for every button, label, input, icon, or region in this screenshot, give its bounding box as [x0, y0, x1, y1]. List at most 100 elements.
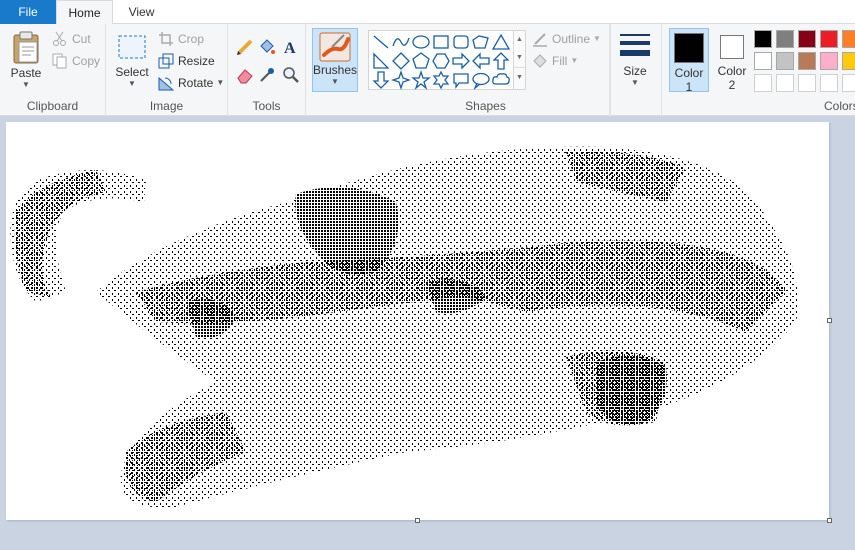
swatch-pink[interactable]	[820, 52, 838, 70]
eraser-icon[interactable]	[236, 66, 254, 84]
color-2-label: Color	[717, 64, 747, 78]
tab-file[interactable]: File	[0, 0, 56, 24]
polygon-shape-icon[interactable]	[471, 32, 491, 52]
resize-label: Resize	[178, 54, 215, 68]
cloud-callout-shape-icon[interactable]	[491, 70, 511, 90]
swatch-black[interactable]	[754, 30, 772, 48]
line-shape-icon[interactable]	[371, 32, 391, 52]
left-arrow-shape-icon[interactable]	[471, 51, 491, 71]
swatch-gold[interactable]	[842, 52, 855, 70]
chevron-down-icon: ▼	[593, 34, 601, 43]
copy-label: Copy	[72, 54, 101, 68]
gallery-more-icon[interactable]: ▼	[514, 67, 525, 87]
four-point-star-shape-icon[interactable]	[391, 70, 411, 90]
swatch-dark-red[interactable]	[798, 30, 816, 48]
color-palette: Colors	[752, 24, 855, 116]
color-2-number: 2	[728, 78, 736, 92]
clipboard-group-label: Clipboard	[26, 99, 79, 113]
text-icon[interactable]: A	[282, 38, 300, 56]
oval-callout-shape-icon[interactable]	[471, 70, 491, 90]
shapes-gallery	[368, 30, 514, 90]
select-button[interactable]: Select ▼	[112, 28, 152, 92]
tools-group: A Tools	[228, 24, 306, 116]
pentagon-shape-icon[interactable]	[411, 51, 431, 71]
right-arrow-shape-icon[interactable]	[451, 51, 471, 71]
swatch-brown[interactable]	[798, 52, 816, 70]
select-rectangle-icon	[118, 35, 146, 59]
resize-icon	[158, 53, 174, 69]
copy-icon	[52, 53, 67, 69]
select-label: Select	[115, 65, 149, 79]
swatch-orange[interactable]	[842, 30, 855, 48]
rectangle-shape-icon[interactable]	[431, 32, 451, 52]
swatch-gray[interactable]	[776, 30, 794, 48]
outline-button[interactable]: Outline ▼	[532, 29, 601, 49]
svg-text:A: A	[284, 40, 296, 56]
fill-button[interactable]: Fill ▼	[532, 51, 578, 71]
colors-group-label: Colors	[824, 99, 855, 113]
curve-shape-icon[interactable]	[391, 32, 411, 52]
cut-button[interactable]: Cut	[52, 29, 91, 49]
pencil-icon[interactable]	[236, 38, 254, 56]
oval-shape-icon[interactable]	[411, 32, 431, 52]
color-1-label: Color	[674, 66, 704, 80]
swatch-light-gray[interactable]	[776, 52, 794, 70]
brush-icon	[319, 32, 351, 62]
rotate-button[interactable]: Rotate ▼	[158, 73, 224, 93]
outline-label: Outline	[552, 32, 591, 46]
swatch-white[interactable]	[754, 52, 772, 70]
fill-label: Fill	[552, 54, 568, 68]
paste-label: Paste	[10, 66, 42, 80]
outline-icon	[533, 33, 547, 47]
scroll-down-icon[interactable]: ▼	[514, 49, 525, 67]
triangle-shape-icon[interactable]	[491, 32, 511, 52]
color-2-swatch	[720, 35, 744, 59]
tools-group-label: Tools	[252, 99, 281, 113]
six-point-star-shape-icon[interactable]	[431, 70, 451, 90]
fill-icon	[533, 54, 547, 68]
image-group-label: Image	[149, 99, 184, 113]
resize-handle-bottom[interactable]	[415, 518, 420, 523]
scroll-up-icon[interactable]: ▲	[514, 31, 525, 49]
five-point-star-shape-icon[interactable]	[411, 70, 431, 90]
swatch-custom-2[interactable]	[776, 74, 794, 92]
resize-handle-corner[interactable]	[827, 518, 832, 523]
chevron-down-icon: ▼	[128, 79, 136, 88]
swatch-custom-5[interactable]	[842, 74, 855, 92]
size-group	[610, 24, 662, 116]
swatch-red[interactable]	[820, 30, 838, 48]
up-arrow-shape-icon[interactable]	[491, 51, 511, 71]
magnifier-icon[interactable]	[282, 66, 300, 84]
color-picker-icon[interactable]	[258, 66, 276, 84]
tab-home[interactable]: Home	[56, 0, 113, 25]
crop-button[interactable]: Crop	[158, 29, 204, 49]
color-1-button[interactable]: Color 1	[669, 28, 709, 94]
fill-bucket-icon[interactable]	[258, 38, 276, 56]
color-1-number: 1	[685, 80, 693, 94]
paste-button[interactable]: Paste ▼	[6, 28, 46, 92]
rounded-rectangle-shape-icon[interactable]	[451, 32, 471, 52]
tab-view[interactable]: View	[113, 0, 170, 24]
copy-button[interactable]: Copy	[52, 51, 100, 71]
spray-paint-drawing	[10, 146, 798, 508]
brushes-label: Brushes	[313, 63, 358, 77]
scissors-icon	[53, 31, 66, 46]
rotate-icon	[158, 76, 174, 91]
hexagon-shape-icon[interactable]	[431, 51, 451, 71]
crop-label: Crop	[178, 32, 205, 46]
brushes-button[interactable]: Brushes ▼	[312, 28, 358, 92]
shapes-gallery-scroll[interactable]: ▲ ▼ ▼	[514, 30, 526, 90]
swatch-custom-3[interactable]	[798, 74, 816, 92]
down-arrow-shape-icon[interactable]	[371, 70, 391, 90]
resize-handle-right[interactable]	[827, 318, 832, 323]
drawing-canvas[interactable]	[6, 122, 832, 523]
color-1-swatch	[674, 33, 704, 63]
diamond-shape-icon[interactable]	[391, 51, 411, 71]
swatch-custom-1[interactable]	[754, 74, 772, 92]
resize-button[interactable]: Resize	[158, 51, 215, 71]
rounded-callout-shape-icon[interactable]	[451, 70, 471, 90]
ribbon-tab-bar: File Home View	[0, 0, 855, 25]
right-triangle-shape-icon[interactable]	[371, 51, 391, 71]
swatch-custom-4[interactable]	[820, 74, 838, 92]
color-2-button[interactable]: Color 2	[712, 28, 752, 92]
